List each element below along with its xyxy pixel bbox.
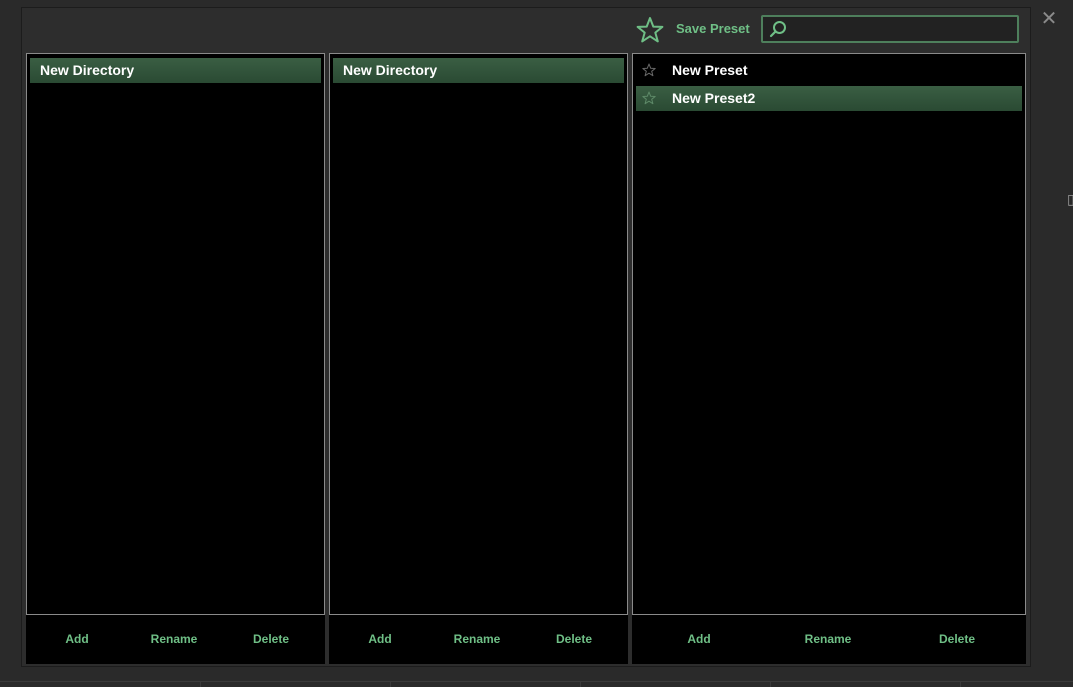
backdrop-divider [580, 681, 581, 687]
delete-button[interactable]: Delete [253, 632, 289, 646]
backdrop-divider [770, 681, 771, 687]
add-button[interactable]: Add [65, 632, 88, 646]
delete-button[interactable]: Delete [939, 632, 975, 646]
rename-button[interactable]: Rename [454, 632, 501, 646]
directory-list[interactable]: New Directory [26, 53, 325, 615]
add-button[interactable]: Add [687, 632, 710, 646]
search-input[interactable] [791, 19, 1015, 41]
column-footer: Add Rename Delete [632, 615, 1026, 664]
add-button[interactable]: Add [368, 632, 391, 646]
favorite-star-icon[interactable] [642, 63, 656, 77]
preset-list[interactable]: New Preset New Preset2 [632, 53, 1026, 615]
rename-button[interactable]: Rename [805, 632, 852, 646]
column-footer: Add Rename Delete [329, 615, 628, 664]
close-icon[interactable]: ✕ [1040, 9, 1058, 29]
directory-column-1: New Directory Add Rename Delete [26, 53, 325, 664]
list-item[interactable]: New Directory [30, 58, 321, 83]
favorite-star-icon[interactable] [642, 91, 656, 105]
search-icon [769, 21, 786, 38]
list-item[interactable]: New Preset2 [636, 86, 1022, 111]
preset-column: New Preset New Preset2 Add Rename Delete [632, 53, 1026, 664]
delete-button[interactable]: Delete [556, 632, 592, 646]
directory-label: New Directory [40, 62, 135, 78]
save-preset-button[interactable]: Save Preset [676, 21, 750, 36]
backdrop-divider [0, 681, 1073, 682]
preset-label: New Preset [672, 62, 748, 78]
directory-column-2: New Directory Add Rename Delete [329, 53, 628, 664]
directory-label: New Directory [343, 62, 438, 78]
search-field[interactable] [761, 15, 1019, 43]
directory-list[interactable]: New Directory [329, 53, 628, 615]
preset-label: New Preset2 [672, 90, 756, 106]
backdrop-divider [200, 681, 201, 687]
backdrop-divider [960, 681, 961, 687]
backdrop-glyph: ▯ [1067, 191, 1073, 207]
backdrop-divider [390, 681, 391, 687]
list-item[interactable]: New Preset [636, 58, 1022, 83]
list-item[interactable]: New Directory [333, 58, 624, 83]
rename-button[interactable]: Rename [151, 632, 198, 646]
save-preset-star-icon[interactable] [636, 16, 664, 44]
column-footer: Add Rename Delete [26, 615, 325, 664]
